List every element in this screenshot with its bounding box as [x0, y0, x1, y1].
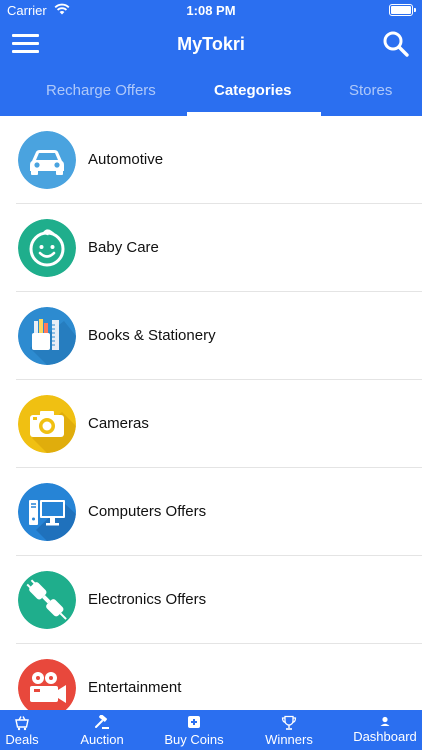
list-item[interactable]: Cameras — [16, 380, 422, 468]
tab-buy-coins-label: Buy Coins — [164, 732, 224, 747]
car-icon — [18, 131, 76, 189]
list-item-label: Cameras — [88, 415, 149, 432]
status-time: 1:08 PM — [186, 3, 236, 18]
battery-icon — [389, 4, 416, 16]
tab-deals[interactable]: Deals — [0, 710, 44, 750]
gavel-icon — [95, 715, 109, 729]
tab-dashboard-label: Dashboard — [353, 729, 417, 744]
movie-camera-icon — [18, 659, 76, 710]
list-item[interactable]: Baby Care — [16, 204, 422, 292]
baby-face-icon — [18, 219, 76, 277]
trophy-icon — [281, 715, 297, 730]
tab-recharge-offers[interactable]: Recharge Offers — [46, 82, 156, 99]
list-item[interactable]: Entertainment — [16, 644, 422, 710]
list-item[interactable]: Automotive — [16, 116, 422, 204]
list-item-label: Entertainment — [88, 679, 182, 696]
status-bar: Carrier 1:08 PM — [0, 0, 422, 22]
list-item-label: Books & Stationery — [88, 327, 216, 344]
list-item-label: Automotive — [88, 151, 164, 168]
list-item-label: Computers Offers — [88, 503, 207, 520]
app-header: Carrier 1:08 PM MyTokri Recharge Offers … — [0, 0, 422, 116]
list-item[interactable]: Electronics Offers — [16, 556, 422, 644]
app-title: MyTokri — [177, 34, 245, 54]
tab-dashboard[interactable]: Dashboard — [350, 710, 420, 750]
navigation-bar: MyTokri — [0, 22, 422, 66]
list-item-label: Baby Care — [88, 239, 159, 256]
tab-winners[interactable]: Winners — [261, 710, 317, 750]
category-list: Automotive Baby Care Books & Stationery … — [0, 116, 422, 710]
top-tabs: Recharge Offers Categories Stores — [0, 66, 422, 116]
plug-icon — [18, 571, 76, 629]
tab-categories[interactable]: Categories — [214, 82, 292, 99]
bottom-tab-bar: Deals Auction Buy Coins Winners Dashboar… — [0, 710, 422, 750]
tab-winners-label: Winners — [265, 732, 313, 747]
plus-box-icon — [188, 716, 200, 728]
tab-deals-label: Deals — [5, 732, 39, 747]
camera-icon — [18, 395, 76, 453]
search-icon[interactable] — [382, 30, 410, 58]
list-item[interactable]: Books & Stationery — [16, 292, 422, 380]
tab-stores[interactable]: Stores — [349, 82, 392, 99]
tab-buy-coins[interactable]: Buy Coins — [160, 710, 228, 750]
basket-icon — [15, 716, 29, 731]
list-item[interactable]: Computers Offers — [16, 468, 422, 556]
computer-icon — [18, 483, 76, 541]
tab-auction-label: Auction — [80, 732, 124, 747]
books-stationery-icon — [18, 307, 76, 365]
tab-auction[interactable]: Auction — [74, 710, 130, 750]
list-item-label: Electronics Offers — [88, 591, 207, 608]
